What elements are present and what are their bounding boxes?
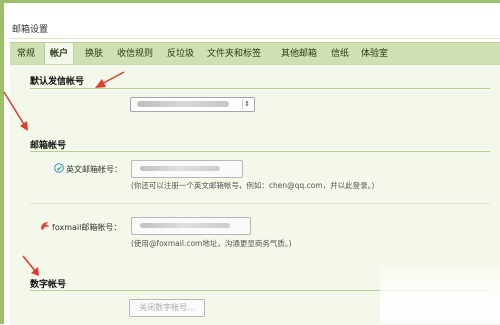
tab-lab[interactable]: 体验室 [356, 43, 393, 65]
foxmail-icon [41, 222, 49, 230]
fade-overlay [380, 260, 500, 324]
title-divider [10, 38, 500, 39]
tab-stationery[interactable]: 信纸 [326, 43, 354, 65]
annotation-arrow-digital-account [22, 255, 39, 276]
english-account-button[interactable] [131, 160, 243, 178]
foxmail-account-label: foxmail邮箱帐号： [52, 223, 122, 232]
english-account-hint: (你还可以注册一个英文邮箱帐号，例如：chen@qq.com，并以此登录。) [131, 181, 375, 190]
tab-folders-labels[interactable]: 文件夹和标签 [202, 43, 266, 65]
annotation-arrow-email-accounts [3, 91, 28, 131]
tab-other-mailboxes[interactable]: 其他邮箱 [276, 43, 322, 65]
row-divider [30, 203, 490, 204]
tab-anti-spam[interactable]: 反垃圾 [162, 43, 199, 65]
default-sender-select[interactable]: ⇕ [130, 97, 255, 112]
dropdown-arrows-icon: ⇕ [242, 99, 251, 109]
page-title: 邮箱设置 [12, 25, 49, 35]
window-frame-top [0, 0, 500, 3]
foxmail-account-button[interactable] [131, 217, 251, 235]
selected-sender-value [137, 101, 229, 107]
foxmail-account-hint: (使用@foxmail.com地址，沟通更显商务气质。) [131, 239, 292, 248]
close-digital-account-button[interactable]: 关闭数字帐号... [129, 299, 205, 317]
